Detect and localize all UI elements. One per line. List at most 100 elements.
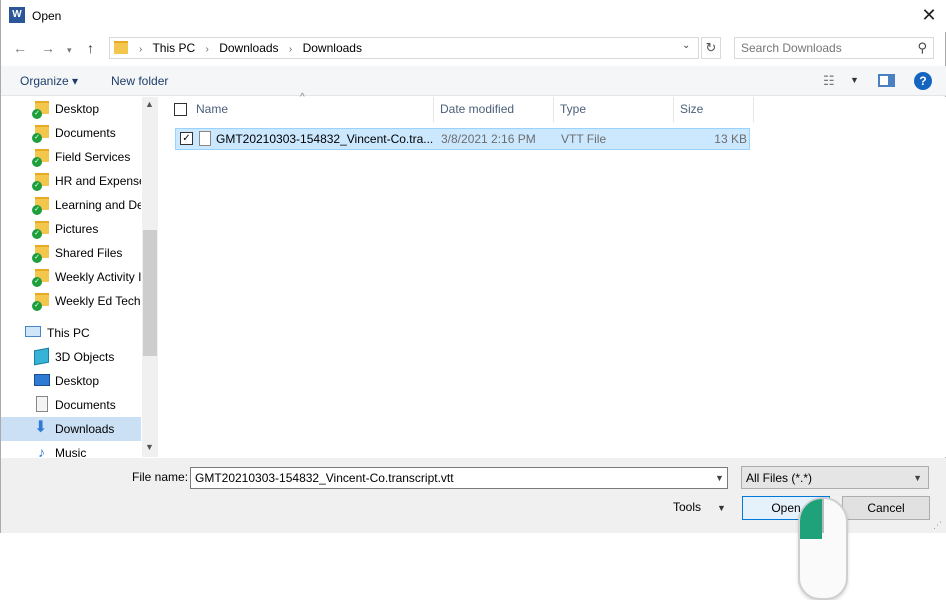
forward-icon[interactable]: → [41, 38, 55, 58]
sidebar-item-this-pc[interactable]: This PC [1, 321, 141, 345]
sidebar-item-field-services[interactable]: ✓ Field Services [1, 145, 141, 169]
sidebar-item-weekly-ed-tech[interactable]: ✓ Weekly Ed Tech [1, 289, 141, 313]
chevron-down-icon: ▼ [913, 473, 922, 483]
sidebar-item-label: Field Services [55, 150, 131, 164]
open-file-dialog: W Open ✕ ← → ▾ ↑ › This PC › Downloads ›… [0, 0, 946, 533]
sidebar-item-pictures[interactable]: ✓ Pictures [1, 217, 141, 241]
sidebar-item-weekly-activity[interactable]: ✓ Weekly Activity I [1, 265, 141, 289]
file-name-input[interactable] [190, 467, 728, 489]
up-arrow-icon[interactable]: ↑ [87, 38, 94, 58]
refresh-icon[interactable]: ↻ [701, 37, 721, 59]
synced-check-icon: ✓ [32, 229, 42, 239]
sidebar-item-hr-and-expense[interactable]: ✓ HR and Expense [1, 169, 141, 193]
column-header-date[interactable]: Date modified [434, 97, 554, 122]
synced-check-icon: ✓ [32, 301, 42, 311]
scroll-down-icon[interactable]: ▼ [145, 442, 154, 452]
sidebar-item-documents-onedrive[interactable]: ✓ Documents [1, 121, 141, 145]
synced-check-icon: ✓ [32, 181, 42, 191]
column-headers: ^ Name Date modified Type Size [161, 92, 946, 122]
back-icon[interactable]: ← [13, 38, 27, 58]
preview-pane-icon[interactable] [878, 74, 895, 87]
mouse-click-indicator-icon [798, 497, 848, 600]
sidebar-item-downloads[interactable]: ⬇ Downloads [1, 417, 141, 441]
mouse-left-button-icon [800, 499, 822, 539]
sidebar-item-label: Learning and De [55, 198, 141, 212]
file-name-cell: GMT20210303-154832_Vincent-Co.tra... [216, 132, 434, 146]
row-checkbox[interactable]: ✓ [180, 132, 193, 145]
scroll-up-icon[interactable]: ▲ [145, 99, 154, 109]
sidebar-item-label: Documents [55, 126, 116, 140]
search-input[interactable]: Search Downloads ⚲ [734, 37, 934, 59]
sidebar-scrollbar[interactable]: ▲ ▼ [142, 97, 158, 457]
date-modified-cell: 3/8/2021 2:16 PM [441, 132, 536, 146]
title-bar: W Open ✕ [1, 0, 946, 32]
sidebar-item-desktop[interactable]: Desktop [1, 369, 141, 393]
tools-dropdown-icon[interactable]: ▼ [717, 503, 726, 513]
help-icon[interactable]: ? [914, 72, 932, 90]
documents-icon [36, 396, 48, 412]
sidebar-item-music[interactable]: ♪ Music [1, 441, 141, 457]
download-arrow-icon: ⬇ [34, 419, 48, 436]
address-bar[interactable]: › This PC › Downloads › Downloads ⌄ [109, 37, 699, 59]
sidebar-item-3d-objects[interactable]: 3D Objects [1, 345, 141, 369]
column-header-type[interactable]: Type [554, 97, 674, 122]
folder-icon [114, 41, 128, 54]
search-placeholder: Search Downloads [741, 41, 842, 55]
close-button[interactable]: ✕ [912, 2, 946, 30]
sidebar-item-label: Documents [55, 398, 116, 412]
cancel-button[interactable]: Cancel [842, 496, 930, 520]
breadcrumb-separator[interactable]: › [206, 44, 209, 55]
sidebar-item-label: Downloads [55, 422, 115, 436]
sidebar-item-label: Pictures [55, 222, 99, 236]
sidebar-item-label: This PC [47, 326, 90, 340]
breadcrumb-separator[interactable]: › [289, 44, 292, 55]
file-name-label: File name: [132, 470, 189, 484]
view-options-icon[interactable]: ☷ [823, 73, 835, 89]
resize-grip-icon[interactable]: ⋰ [933, 520, 942, 531]
synced-check-icon: ✓ [32, 157, 42, 167]
column-header-name[interactable]: Name [190, 97, 434, 122]
desktop-icon [34, 374, 50, 386]
sidebar-item-label: Desktop [55, 102, 100, 116]
sidebar-item-shared-files[interactable]: ✓ Shared Files [1, 241, 141, 265]
synced-check-icon: ✓ [32, 277, 42, 287]
synced-check-icon: ✓ [32, 205, 42, 215]
synced-check-icon: ✓ [32, 109, 42, 119]
breadcrumb-this-pc[interactable]: This PC [152, 41, 195, 55]
select-all-checkbox[interactable] [174, 103, 187, 116]
recent-locations-chevron-icon[interactable]: ▾ [67, 40, 72, 60]
address-dropdown-icon[interactable]: ⌄ [682, 40, 690, 51]
sidebar-item-documents[interactable]: Documents [1, 393, 141, 417]
breadcrumb: › This PC › Downloads › Downloads [132, 41, 362, 55]
3d-objects-icon [34, 347, 49, 366]
sidebar-item-learning[interactable]: ✓ Learning and De [1, 193, 141, 217]
column-header-size[interactable]: Size [674, 97, 754, 122]
breadcrumb-downloads-sub[interactable]: Downloads [303, 41, 362, 55]
sidebar-item-desktop-onedrive[interactable]: ✓ Desktop [1, 97, 141, 121]
sidebar-item-label: HR and Expense [55, 174, 141, 188]
synced-check-icon: ✓ [32, 253, 42, 263]
organize-button[interactable]: Organize ▾ [20, 74, 78, 88]
tools-button[interactable]: Tools [673, 500, 701, 514]
synced-check-icon: ✓ [32, 133, 42, 143]
file-name-dropdown-icon[interactable]: ▼ [715, 473, 724, 483]
type-cell: VTT File [561, 132, 607, 146]
mouse-divider [822, 499, 824, 533]
scrollbar-thumb[interactable] [143, 230, 157, 356]
search-icon: ⚲ [917, 40, 927, 55]
computer-icon [25, 326, 41, 337]
file-type-value: All Files (*.*) [746, 471, 813, 485]
navigation-bar: ← → ▾ ↑ › This PC › Downloads › Download… [1, 35, 946, 61]
sidebar-item-label: Weekly Ed Tech [55, 294, 141, 308]
file-type-select[interactable]: All Files (*.*) ▼ [741, 466, 929, 489]
command-toolbar: Organize ▾ New folder ☷ ▼ ? [1, 66, 946, 96]
breadcrumb-downloads[interactable]: Downloads [219, 41, 278, 55]
size-cell: 13 KB [714, 132, 747, 146]
sidebar-item-label: Weekly Activity I [55, 270, 141, 284]
music-icon: ♪ [38, 444, 45, 457]
table-row[interactable]: ✓ GMT20210303-154832_Vincent-Co.tra... 3… [175, 128, 750, 150]
navigation-pane: ✓ Desktop ✓ Documents ✓ Field Services ✓… [1, 97, 158, 457]
view-dropdown-icon[interactable]: ▼ [850, 75, 859, 85]
new-folder-button[interactable]: New folder [111, 74, 168, 88]
file-list: ^ Name Date modified Type Size ✓ GMT2021… [161, 92, 946, 457]
